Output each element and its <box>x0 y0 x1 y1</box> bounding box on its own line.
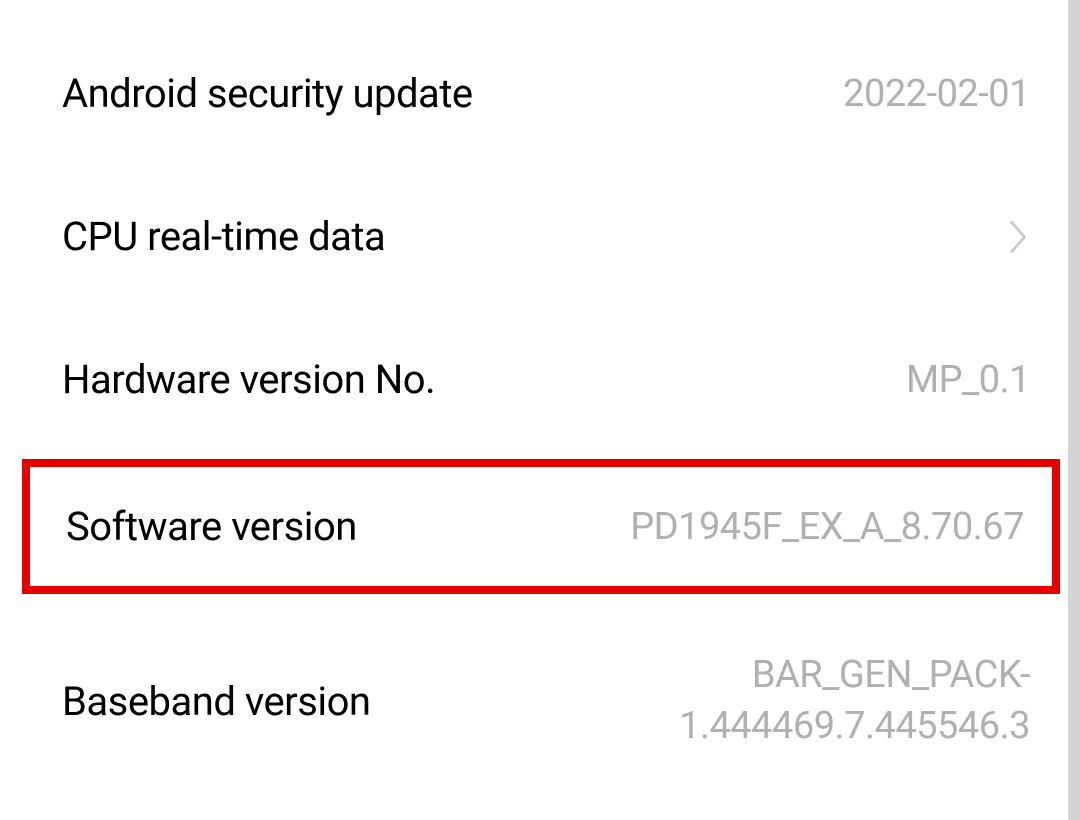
cpu-data-right <box>1008 218 1030 256</box>
settings-list: Android security update 2022-02-01 CPU r… <box>0 0 1080 801</box>
list-item-hardware-version[interactable]: Hardware version No. MP_0.1 <box>0 308 1080 451</box>
chevron-right-icon <box>1008 218 1030 256</box>
security-update-label: Android security update <box>62 70 473 117</box>
baseband-version-value: BAR_GEN_PACK-1.444469.7.445546.3 <box>430 650 1030 753</box>
software-version-label: Software version <box>66 503 357 550</box>
baseband-version-label: Baseband version <box>62 678 370 725</box>
list-item-software-version[interactable]: Software version PD1945F_EX_A_8.70.67 <box>22 459 1060 594</box>
scrollbar[interactable] <box>1068 0 1080 820</box>
list-item-cpu-data[interactable]: CPU real-time data <box>0 165 1080 308</box>
hardware-version-label: Hardware version No. <box>62 356 435 403</box>
settings-list-container: Android security update 2022-02-01 CPU r… <box>0 0 1080 820</box>
list-item-security-update[interactable]: Android security update 2022-02-01 <box>0 0 1080 165</box>
cpu-data-label: CPU real-time data <box>62 213 385 260</box>
security-update-value: 2022-02-01 <box>843 72 1030 116</box>
list-item-baseband-version[interactable]: Baseband version BAR_GEN_PACK-1.444469.7… <box>0 602 1080 801</box>
software-version-value: PD1945F_EX_A_8.70.67 <box>630 505 1024 549</box>
hardware-version-value: MP_0.1 <box>906 358 1030 402</box>
